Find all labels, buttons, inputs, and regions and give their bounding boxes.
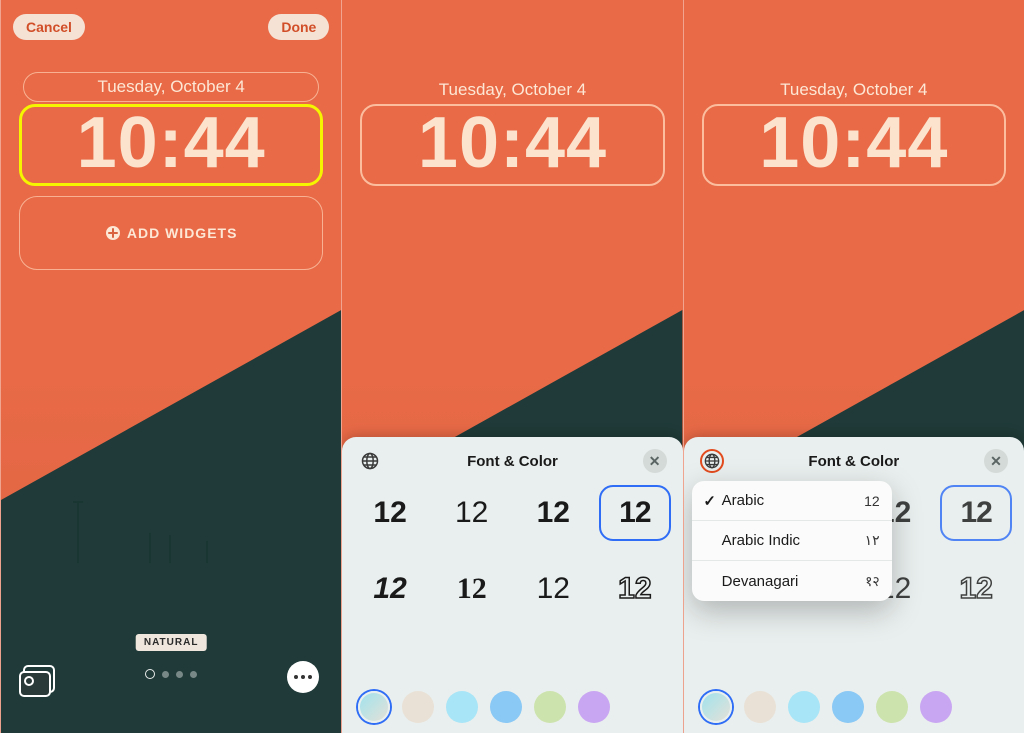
color-picker-row [342,691,682,723]
time-label: 10:44 [77,107,266,179]
language-sample: ١٢ [865,532,880,549]
language-sample: 12 [864,493,880,509]
time-label: 10:44 [759,107,948,179]
font-color-sheet: Font & Color ✕ 12 12 12 12 12 12 12 12 ✓… [684,437,1024,733]
numeral-language-menu: ✓ Arabic 12 Arabic Indic ١٢ Devanagari १… [692,481,892,601]
lockscreen-editor-panel-1: Cancel Done Tuesday, October 4 10:44 ADD… [0,0,341,733]
font-option-4-selected[interactable]: 12 [940,485,1012,541]
close-icon[interactable]: ✕ [984,449,1008,473]
sheet-header: Font & Color ✕ [696,449,1012,473]
font-option-6[interactable]: 12 [436,561,508,617]
date-widget-slot[interactable]: Tuesday, October 4 [23,72,319,102]
color-swatch-5[interactable] [876,691,908,723]
color-swatch-1[interactable] [700,691,732,723]
add-widgets-label: ADD WIDGETS [127,225,238,241]
lockscreen-editor-panel-3: Tuesday, October 4 10:44 Font & Color ✕ … [683,0,1024,733]
globe-icon-active[interactable] [700,449,724,473]
close-icon[interactable]: ✕ [643,449,667,473]
add-widgets-button[interactable]: ADD WIDGETS [19,196,323,270]
font-option-4-selected[interactable]: 12 [599,485,671,541]
font-option-7[interactable]: 12 [517,561,589,617]
check-icon: ✓ [702,492,718,510]
clock-widget[interactable]: 10:44 [702,104,1006,186]
font-picker-grid: 12 12 12 12 12 12 12 12 [354,485,670,617]
color-swatch-2[interactable] [402,691,434,723]
clock-widget[interactable]: 10:44 [360,104,664,186]
color-swatch-3[interactable] [788,691,820,723]
language-option-arabic-indic[interactable]: Arabic Indic ١٢ [692,521,892,561]
color-swatch-6[interactable] [920,691,952,723]
photos-icon[interactable] [23,665,55,693]
color-swatch-3[interactable] [446,691,478,723]
color-swatch-2[interactable] [744,691,776,723]
page-indicator [145,669,197,679]
more-options-button[interactable] [287,661,319,693]
font-option-8[interactable]: 12 [940,561,1012,617]
font-color-sheet: Font & Color ✕ 12 12 12 12 12 12 12 12 [342,437,682,733]
wallpaper-detail [77,501,79,563]
color-swatch-4[interactable] [832,691,864,723]
cancel-button[interactable]: Cancel [13,14,85,40]
language-option-arabic[interactable]: ✓ Arabic 12 [692,481,892,521]
language-option-devanagari[interactable]: Devanagari १२ [692,561,892,601]
done-button[interactable]: Done [268,14,329,40]
font-option-2[interactable]: 12 [436,485,508,541]
font-option-8[interactable]: 12 [599,561,671,617]
language-label: Arabic Indic [722,532,800,549]
sheet-title: Font & Color [808,453,899,470]
clock-widget-selected[interactable]: 10:44 [19,104,323,186]
color-swatch-6[interactable] [578,691,610,723]
language-sample: १२ [865,572,880,591]
color-swatch-5[interactable] [534,691,566,723]
color-picker-row [684,691,1024,723]
color-swatch-4[interactable] [490,691,522,723]
lockscreen-editor-panel-2: Tuesday, October 4 10:44 Font & Color ✕ … [341,0,682,733]
date-label: Tuesday, October 4 [97,77,244,97]
font-option-1[interactable]: 12 [354,485,426,541]
sheet-title: Font & Color [467,453,558,470]
font-option-3[interactable]: 12 [517,485,589,541]
plus-circle-icon [105,225,121,241]
font-option-5[interactable]: 12 [354,561,426,617]
color-swatch-1[interactable] [358,691,390,723]
date-label: Tuesday, October 4 [684,80,1024,100]
language-label: Arabic [722,492,765,509]
time-label: 10:44 [418,107,607,179]
sheet-header: Font & Color ✕ [354,449,670,473]
wallpaper-mode-badge: NATURAL [136,634,207,651]
language-label: Devanagari [722,573,799,590]
date-label: Tuesday, October 4 [342,80,682,100]
globe-icon[interactable] [358,449,382,473]
